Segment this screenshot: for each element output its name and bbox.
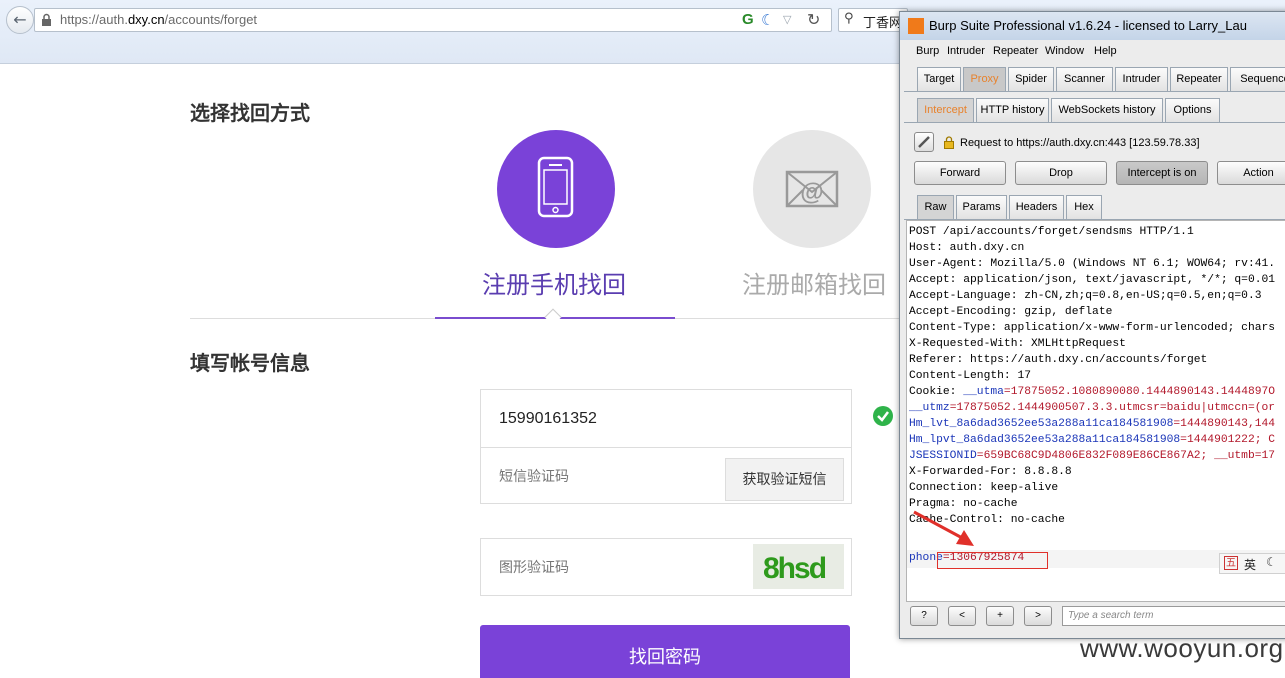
tab-caret xyxy=(544,308,562,326)
search-icon: ⚲ xyxy=(844,11,854,26)
burp-menubar: Burp Intruder Repeater Window Help xyxy=(900,42,1285,62)
tab-proxy[interactable]: Proxy xyxy=(963,67,1006,91)
help-button[interactable]: ? xyxy=(910,606,938,626)
header-line: Connection: keep-alive xyxy=(909,482,1059,494)
tab-headers[interactable]: Headers xyxy=(1009,195,1064,219)
watermark: www.wooyun.org xyxy=(1080,633,1284,663)
proxy-tabs: Intercept HTTP history WebSockets histor… xyxy=(900,98,1285,122)
url-text: https://auth.dxy.cn/accounts/forget xyxy=(60,12,258,27)
svg-text:@: @ xyxy=(800,179,823,206)
burp-logo-icon xyxy=(908,18,924,34)
header-line: Accept: application/json, text/javascrip… xyxy=(909,274,1276,286)
sms-code-input[interactable] xyxy=(481,448,721,503)
tab-scanner[interactable]: Scanner xyxy=(1056,67,1113,91)
tab-raw[interactable]: Raw xyxy=(917,195,954,219)
menu-intruder[interactable]: Intruder xyxy=(947,45,985,57)
cookie-line: Hm_lpvt_8a6dad3652ee53a288a11ca184581908… xyxy=(909,434,1276,446)
method-phone-label[interactable]: 注册手机找回 xyxy=(482,265,626,300)
search-term-input[interactable]: Type a search term xyxy=(1062,606,1285,626)
tab-intruder[interactable]: Intruder xyxy=(1115,67,1168,91)
view-tabs: Raw Params Headers Hex xyxy=(900,195,1285,219)
get-sms-button[interactable]: 获取验证短信 xyxy=(725,458,844,501)
tab-options[interactable]: Options xyxy=(1165,98,1220,122)
submit-button[interactable]: 找回密码 xyxy=(480,625,850,678)
ime-lang-label: 英 xyxy=(1244,558,1257,572)
request-target-info: Request to https://auth.dxy.cn:443 [123.… xyxy=(960,137,1200,149)
header-line: Content-Length: 17 xyxy=(909,370,1032,382)
action-button[interactable]: Action xyxy=(1217,161,1285,185)
burp-title: Burp Suite Professional v1.6.24 - licens… xyxy=(929,18,1247,33)
request-line: POST /api/accounts/forget/sendsms HTTP/1… xyxy=(909,226,1194,238)
email-icon: @ xyxy=(785,170,839,208)
next-button[interactable]: > xyxy=(1024,606,1052,626)
tab-target[interactable]: Target xyxy=(917,67,961,91)
svg-text:8hsd: 8hsd xyxy=(763,552,826,585)
section-title-account: 填写帐号信息 xyxy=(190,351,310,375)
tab-intercept[interactable]: Intercept xyxy=(917,98,974,122)
cookie-line: Cookie: __utma=17875052.1080890080.14448… xyxy=(909,386,1276,398)
header-line: X-Forwarded-For: 8.8.8.8 xyxy=(909,466,1072,478)
header-line: Accept-Encoding: gzip, deflate xyxy=(909,306,1113,318)
menu-burp[interactable]: Burp xyxy=(916,45,939,57)
header-line: Accept-Language: zh-CN,zh;q=0.8,en-US;q=… xyxy=(909,290,1262,302)
menu-window[interactable]: Window xyxy=(1045,45,1084,57)
search-text: 丁香网 xyxy=(863,16,903,31)
forward-button[interactable]: Forward xyxy=(914,161,1006,185)
captcha-image[interactable]: 8hsd xyxy=(753,544,844,589)
ime-toolbar[interactable]: 五 英 ☾ xyxy=(1219,553,1285,574)
add-button[interactable]: + xyxy=(986,606,1014,626)
burp-titlebar: Burp Suite Professional v1.6.24 - licens… xyxy=(900,12,1285,40)
section-title-method: 选择找回方式 xyxy=(190,101,310,125)
method-email-label[interactable]: 注册邮箱找回 xyxy=(742,265,886,300)
g-extension-icon[interactable]: G xyxy=(742,11,754,28)
cookie-line: __utmz=17875052.1444900507.3.3.utmcsr=ba… xyxy=(909,402,1276,414)
captcha-input[interactable] xyxy=(481,539,721,595)
tab-spider[interactable]: Spider xyxy=(1008,67,1054,91)
header-line: Content-Type: application/x-www-form-url… xyxy=(909,322,1276,334)
back-button[interactable]: ← xyxy=(6,6,34,34)
moon-icon: ☾ xyxy=(1266,555,1277,569)
editor-toolbar: ? < + > Type a search term xyxy=(906,606,1285,632)
header-line: Host: auth.dxy.cn xyxy=(909,242,1025,254)
subtab-line xyxy=(904,122,1285,123)
main-tabs: Target Proxy Spider Scanner Intruder Rep… xyxy=(900,67,1285,91)
tab-params[interactable]: Params xyxy=(956,195,1007,219)
lock-icon xyxy=(944,136,954,149)
prev-button[interactable]: < xyxy=(948,606,976,626)
cookie-line: JSESSIONID=659BC68C9D4806E832F089E86CE86… xyxy=(909,450,1276,462)
red-arrow-annotation xyxy=(913,510,974,546)
search-box[interactable]: ⚲ 丁香网 xyxy=(838,8,908,32)
edit-pencil-button[interactable] xyxy=(914,132,934,152)
phone-method-circle[interactable] xyxy=(497,130,615,248)
captcha-field: 8hsd xyxy=(480,538,852,596)
header-line: User-Agent: Mozilla/5.0 (Windows NT 6.1;… xyxy=(909,258,1276,270)
tab-hex[interactable]: Hex xyxy=(1066,195,1102,219)
phone-input[interactable] xyxy=(481,390,851,447)
lock-icon xyxy=(42,13,51,26)
pencil-icon xyxy=(918,136,930,148)
header-line: Referer: https://auth.dxy.cn/accounts/fo… xyxy=(909,354,1208,366)
tab-http-history[interactable]: HTTP history xyxy=(976,98,1049,122)
sms-code-field: 获取验证短信 xyxy=(480,447,852,504)
drop-button[interactable]: Drop xyxy=(1015,161,1107,185)
tab-repeater[interactable]: Repeater xyxy=(1170,67,1228,91)
moon-extension-icon[interactable]: ☾ xyxy=(761,11,774,29)
intercept-toggle-button[interactable]: Intercept is on xyxy=(1116,161,1208,185)
ime-logo-icon: 五 xyxy=(1224,556,1238,570)
phone-field[interactable] xyxy=(480,389,852,447)
check-icon xyxy=(873,406,893,426)
header-line: X-Requested-With: XMLHttpRequest xyxy=(909,338,1126,350)
reload-icon[interactable]: ↻ xyxy=(807,10,820,29)
tab-sequencer[interactable]: Sequence xyxy=(1230,67,1285,91)
email-method-circle[interactable]: @ xyxy=(753,130,871,248)
tab-websockets-history[interactable]: WebSockets history xyxy=(1051,98,1163,122)
address-bar[interactable]: https://auth.dxy.cn/accounts/forget G ☾ … xyxy=(34,8,832,32)
phone-icon xyxy=(537,156,574,218)
tab-line xyxy=(904,91,1285,92)
cookie-line: Hm_lvt_8a6dad3652ee53a288a11ca184581908=… xyxy=(909,418,1276,430)
menu-help[interactable]: Help xyxy=(1094,45,1117,57)
chevron-down-icon[interactable]: ▽ xyxy=(783,13,791,26)
menu-repeater[interactable]: Repeater xyxy=(993,45,1038,57)
